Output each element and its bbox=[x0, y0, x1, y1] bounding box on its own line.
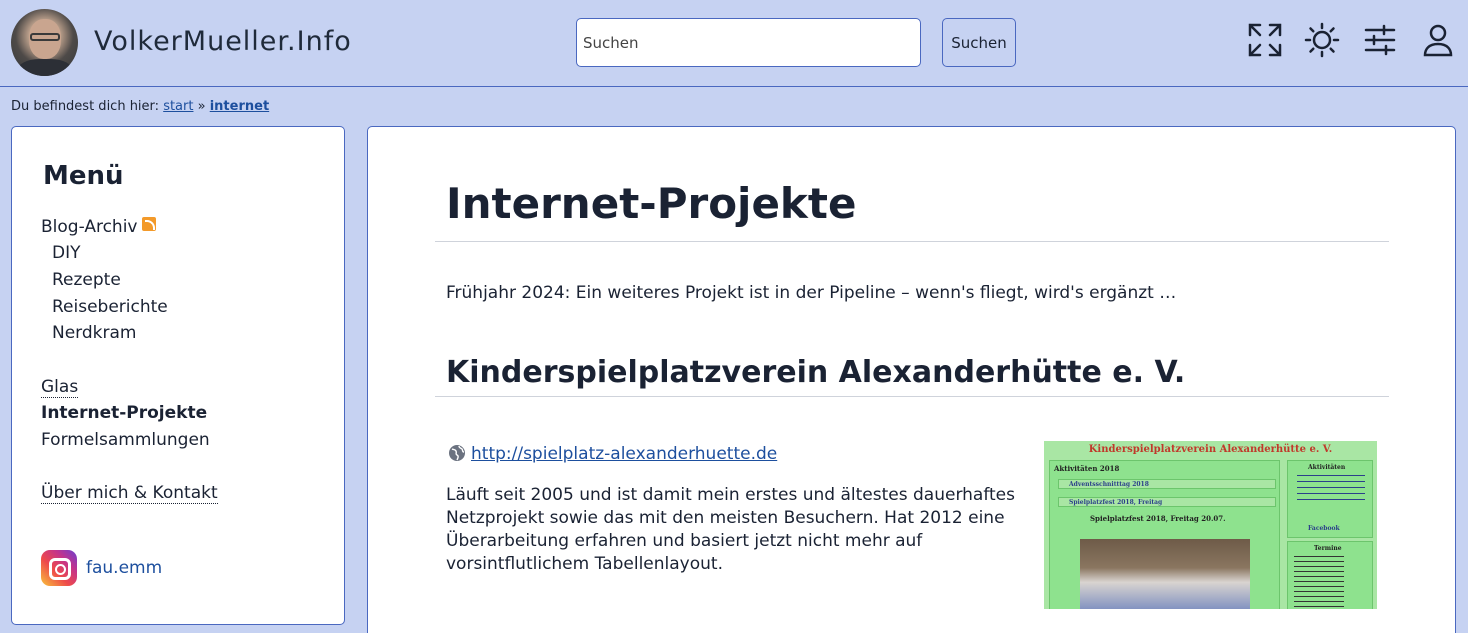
sidebar-item-blog-archive[interactable]: Blog-Archiv bbox=[41, 217, 156, 237]
thumbnail-title: Kinderspielplatzverein Alexanderhütte e.… bbox=[1088, 444, 1333, 455]
instagram-link[interactable]: fau.emm bbox=[86, 558, 162, 578]
sidebar-item-reiseberichte[interactable]: Reiseberichte bbox=[52, 297, 168, 317]
sidebar-item-about[interactable]: Über mich & Kontakt bbox=[41, 483, 218, 504]
avatar-shirt bbox=[17, 59, 73, 76]
sidebar-item-nerdkram[interactable]: Nerdkram bbox=[52, 323, 136, 343]
search-button[interactable]: Suchen bbox=[942, 18, 1016, 67]
menu-title: Menü bbox=[43, 161, 124, 191]
rss-icon[interactable] bbox=[141, 217, 156, 231]
sidebar-item-formelsammlungen[interactable]: Formelsammlungen bbox=[41, 430, 210, 450]
sidebar-item-label: Blog-Archiv bbox=[41, 217, 138, 237]
breadcrumb-link-internet[interactable]: internet bbox=[210, 99, 269, 114]
page-title: Internet-Projekte bbox=[446, 179, 857, 228]
thumbnail-event-2: Spielplatzfest 2018, Freitag bbox=[1069, 499, 1163, 506]
thumbnail-left-panel: Aktivitäten 2018 Adventsschnitttag 2018 … bbox=[1049, 460, 1280, 609]
search-input[interactable] bbox=[576, 18, 921, 67]
fullscreen-icon[interactable] bbox=[1247, 22, 1283, 58]
sidebar-item-diy[interactable]: DIY bbox=[52, 243, 81, 263]
thumbnail-side-2: Termine bbox=[1314, 545, 1342, 552]
project-heading: Kinderspielplatzverein Alexanderhütte e.… bbox=[446, 355, 1186, 390]
project-description: Läuft seit 2005 und ist damit mein erste… bbox=[446, 485, 1016, 574]
main-content: Internet-Projekte Frühjahr 2024: Ein wei… bbox=[367, 126, 1456, 633]
thumbnail-event-bar: Spielplatzfest 2018, Freitag bbox=[1058, 497, 1276, 507]
site-title[interactable]: VolkerMueller.Info bbox=[94, 26, 352, 57]
title-divider bbox=[435, 241, 1389, 242]
breadcrumb-prefix: Du befindest dich hier: bbox=[11, 99, 160, 114]
thumbnail-right-panel: Aktivitäten Facebook bbox=[1287, 460, 1373, 538]
instagram-icon[interactable] bbox=[41, 550, 77, 586]
sidebar-item-glas[interactable]: Glas bbox=[41, 377, 79, 398]
project-screenshot[interactable]: Kinderspielplatzverein Alexanderhütte e.… bbox=[1044, 441, 1377, 609]
project-link[interactable]: http://spielplatz-alexanderhuette.de bbox=[471, 444, 777, 464]
sidebar-item-internet-projekte[interactable]: Internet-Projekte bbox=[41, 403, 207, 423]
thumbnail-year-list bbox=[1297, 475, 1365, 505]
sidebar: Menü Blog-Archiv DIY Rezepte Reiseberich… bbox=[11, 126, 345, 625]
thumbnail-side-1: Aktivitäten bbox=[1308, 464, 1346, 471]
breadcrumb: Du befindest dich hier: start » internet bbox=[11, 99, 269, 114]
breadcrumb-separator: » bbox=[197, 99, 206, 114]
thumbnail-section: Aktivitäten 2018 bbox=[1054, 464, 1120, 473]
thumbnail-dates bbox=[1294, 556, 1344, 609]
intro-text: Frühjahr 2024: Ein weiteres Projekt ist … bbox=[446, 283, 1177, 303]
thumbnail-photo bbox=[1080, 539, 1250, 609]
sidebar-item-rezepte[interactable]: Rezepte bbox=[52, 270, 121, 290]
sun-icon[interactable] bbox=[1304, 22, 1340, 58]
thumbnail-event-bar: Adventsschnitttag 2018 bbox=[1058, 479, 1276, 489]
avatar[interactable] bbox=[11, 9, 78, 76]
site-header: VolkerMueller.Info Suchen bbox=[0, 0, 1468, 87]
thumbnail-event-1: Adventsschnitttag 2018 bbox=[1069, 481, 1149, 488]
sliders-icon[interactable] bbox=[1362, 22, 1398, 58]
user-icon[interactable] bbox=[1420, 22, 1456, 58]
heading-divider bbox=[435, 396, 1389, 397]
globe-icon bbox=[449, 445, 465, 461]
thumbnail-facebook: Facebook bbox=[1308, 525, 1340, 532]
avatar-glasses bbox=[30, 33, 60, 41]
thumbnail-right-panel-2: Termine bbox=[1287, 541, 1373, 609]
breadcrumb-link-start[interactable]: start bbox=[163, 99, 193, 114]
thumbnail-event-title: Spielplatzfest 2018, Freitag 20.07. bbox=[1090, 514, 1226, 523]
